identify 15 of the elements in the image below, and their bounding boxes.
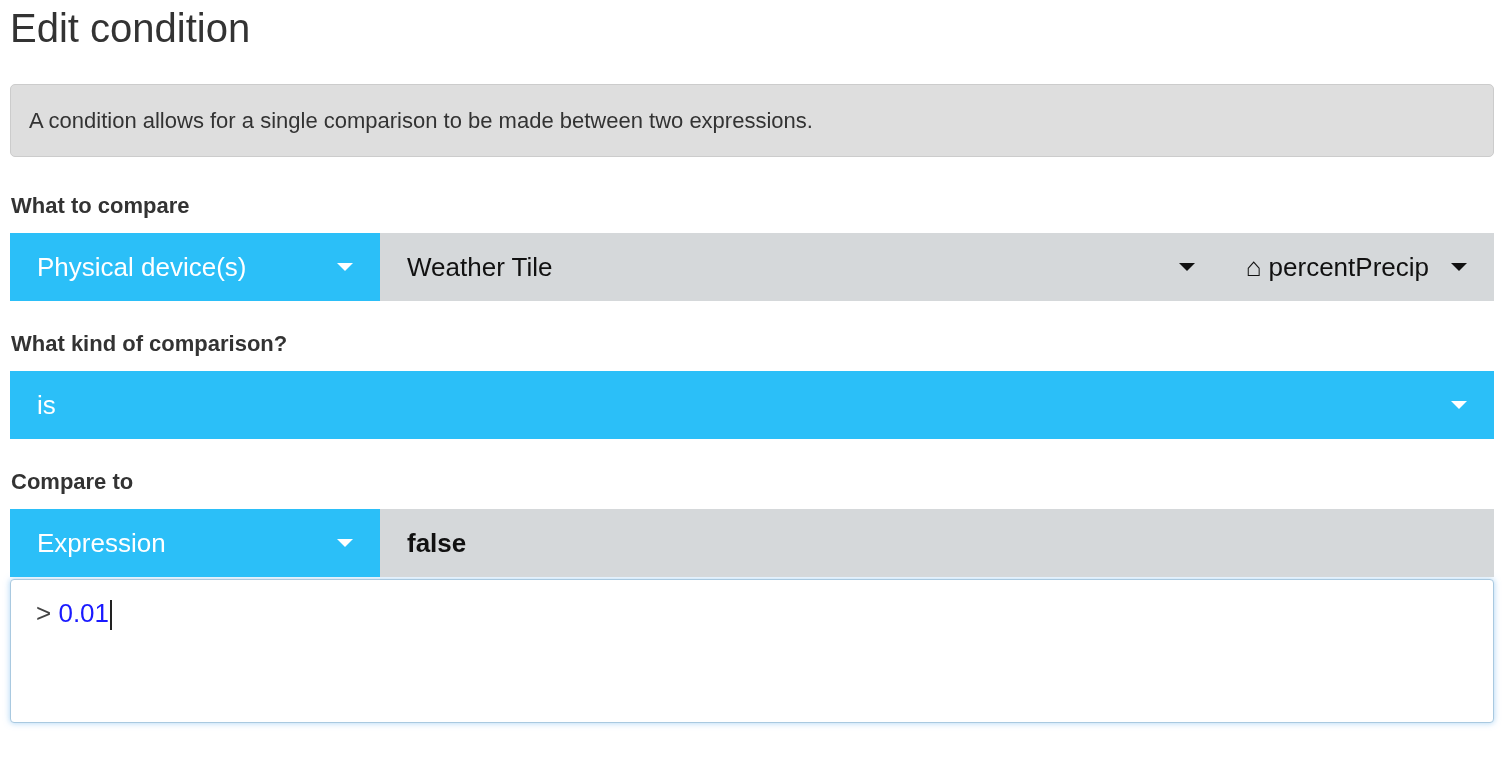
dropdown-button[interactable]: ⌂ percentPrecip bbox=[1221, 233, 1494, 301]
caret-icon bbox=[337, 539, 353, 547]
field-label: Compare to bbox=[11, 469, 135, 495]
field-label: What kind of comparison? bbox=[11, 331, 289, 357]
caret-icon bbox=[1451, 263, 1467, 271]
caret-icon bbox=[1178, 263, 1195, 271]
code-editor-field[interactable]: > 0.01 bbox=[10, 579, 1494, 723]
page-title: Edit condition bbox=[10, 5, 252, 50]
caret-icon bbox=[1451, 401, 1467, 409]
text-cursor bbox=[110, 600, 113, 631]
value-field[interactable]: false bbox=[380, 509, 1494, 577]
field-label: What to compare bbox=[11, 193, 191, 219]
dropdown-button[interactable]: Weather Tile bbox=[380, 233, 1222, 301]
caret-icon bbox=[337, 263, 353, 271]
info-alert: A condition allows for a single comparison to be made between two expressions. bbox=[10, 84, 1494, 157]
